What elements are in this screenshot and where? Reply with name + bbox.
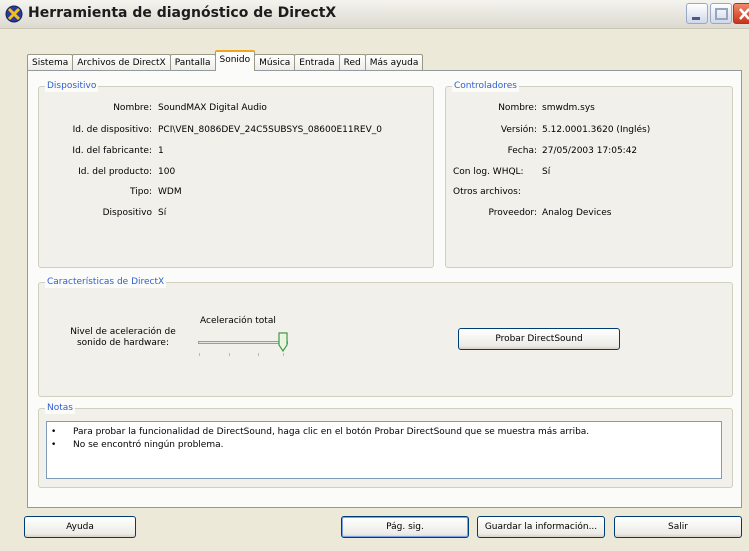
tab-strip: Sistema Archivos de DirectX Pantalla Son… <box>27 50 424 71</box>
minimize-icon <box>692 17 700 20</box>
notes-box[interactable]: • Para probar la funcionalidad de Direct… <box>46 421 722 479</box>
tab-archivos-directx[interactable]: Archivos de DirectX <box>72 54 171 71</box>
driver-nombre-value: smwdm.sys <box>542 103 595 113</box>
aceleracion-slider-thumb[interactable] <box>278 332 288 352</box>
aceleracion-hardware-label: Nivel de aceleración de sonido de hardwa… <box>70 327 176 348</box>
close-button[interactable] <box>733 3 749 24</box>
tab-red[interactable]: Red <box>338 54 366 71</box>
group-title-notas: Notas <box>45 403 75 414</box>
probar-directsound-button[interactable]: Probar DirectSound <box>458 328 620 350</box>
aceleracion-slider-track[interactable] <box>198 341 288 344</box>
otros-archivos-label: Otros archivos: <box>453 187 521 197</box>
directx-icon <box>5 5 23 23</box>
note-line: Para probar la funcionalidad de DirectSo… <box>73 427 590 437</box>
tipo-label: Tipo: <box>130 187 152 197</box>
tab-sistema[interactable]: Sistema <box>27 54 74 71</box>
group-title-caracteristicas: Características de DirectX <box>45 277 167 288</box>
maximize-button[interactable] <box>710 3 732 24</box>
tab-mas-ayuda[interactable]: Más ayuda <box>364 54 424 71</box>
directx-diagnostic-window: Herramienta de diagnóstico de DirectX Si… <box>0 0 749 551</box>
group-title-controladores: Controladores <box>452 81 519 92</box>
whql-label: Con log. WHQL: <box>453 167 524 177</box>
producto-value: 100 <box>158 167 176 177</box>
proveedor-label: Proveedor: <box>488 208 537 218</box>
slider-tick <box>199 353 200 356</box>
close-icon <box>739 8 749 20</box>
tab-sonido[interactable]: Sonido <box>214 50 256 71</box>
tab-pantalla[interactable]: Pantalla <box>169 54 216 71</box>
slider-tick <box>283 353 284 356</box>
guardar-informacion-button[interactable]: Guardar la información... <box>477 516 605 538</box>
proveedor-value: Analog Devices <box>542 208 612 218</box>
tab-musica[interactable]: Música <box>254 54 296 71</box>
ayuda-button[interactable]: Ayuda <box>24 516 136 538</box>
note-line: No se encontró ningún problema. <box>73 440 224 450</box>
group-title-dispositivo: Dispositivo <box>45 81 99 92</box>
dispositivo-default-label: Dispositivo <box>102 208 152 218</box>
tipo-value: WDM <box>158 187 182 197</box>
slider-tick <box>258 353 259 356</box>
note-bullet-icon: • <box>51 427 57 437</box>
title-bar[interactable]: Herramienta de diagnóstico de DirectX <box>0 0 749 29</box>
driver-version-value: 5.12.0001.3620 (Inglés) <box>542 125 651 135</box>
driver-nombre-label: Nombre: <box>498 103 537 113</box>
slider-tick <box>229 353 230 356</box>
producto-label: Id. del producto: <box>78 167 152 177</box>
fabricante-label: Id. del fabricante: <box>72 146 152 156</box>
dispositivo-default-value: Sí <box>158 208 167 218</box>
driver-version-label: Versión: <box>500 125 537 135</box>
driver-fecha-value: 27/05/2003 17:05:42 <box>542 146 638 156</box>
note-bullet-icon: • <box>51 440 57 450</box>
aceleracion-value-label: Aceleración total <box>200 316 276 326</box>
group-dispositivo: Dispositivo <box>38 81 434 268</box>
fabricante-value: 1 <box>158 146 164 156</box>
tab-entrada[interactable]: Entrada <box>294 54 340 71</box>
maximize-icon <box>715 8 728 20</box>
driver-fecha-label: Fecha: <box>507 146 537 156</box>
window-title: Herramienta de diagnóstico de DirectX <box>28 5 337 21</box>
salir-button[interactable]: Salir <box>614 516 742 538</box>
dispositivo-nombre-value: SoundMAX Digital Audio <box>158 103 267 113</box>
group-controladores: Controladores <box>445 81 733 268</box>
dispositivo-id-label: Id. de dispositivo: <box>72 125 152 135</box>
whql-value: Sí <box>542 167 551 177</box>
dispositivo-nombre-label: Nombre: <box>113 103 152 113</box>
minimize-button[interactable] <box>686 3 708 24</box>
pagina-siguiente-button[interactable]: Pág. sig. <box>341 516 469 538</box>
dispositivo-id-value: PCI\VEN_8086DEV_24C5SUBSYS_08600E11REV_0 <box>158 125 382 135</box>
